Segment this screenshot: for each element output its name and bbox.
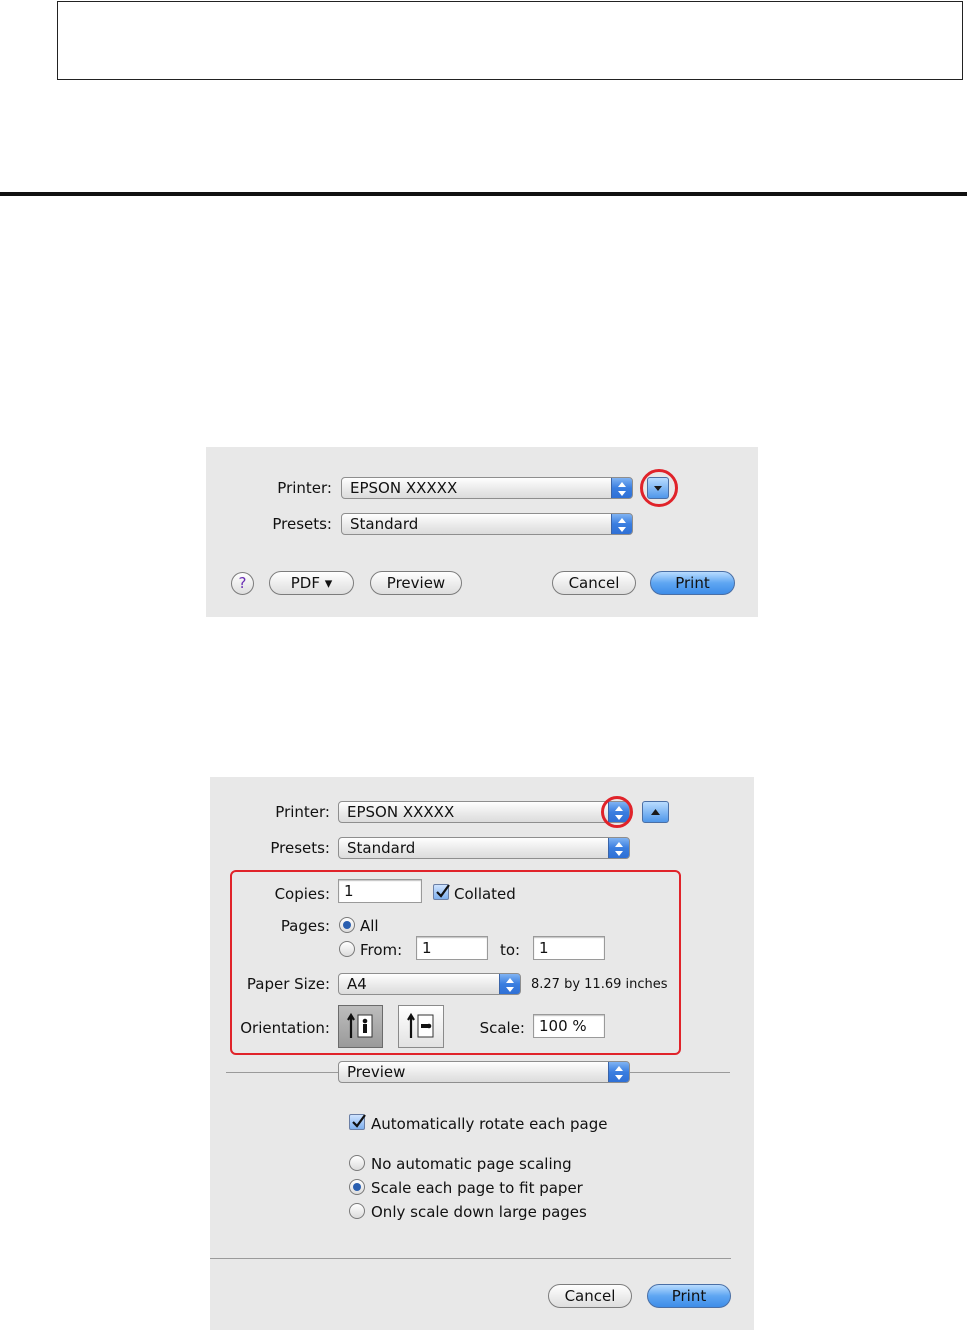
auto-rotate-checkbox[interactable]: [349, 1114, 366, 1130]
scale-field[interactable]: 100 %: [533, 1014, 605, 1038]
pages-all-radio[interactable]: [339, 917, 355, 933]
presets-value: Standard: [347, 839, 416, 857]
fit-paper-radio[interactable]: [349, 1179, 365, 1195]
printer-value: EPSON XXXXX: [347, 803, 455, 821]
pages-to-label: to:: [500, 941, 521, 959]
checkmark-icon: [352, 1114, 366, 1128]
pages-from-radio[interactable]: [339, 941, 355, 957]
presets-label: Presets:: [272, 515, 332, 533]
pages-label: Pages:: [280, 917, 330, 935]
section-divider: [0, 192, 967, 196]
help-icon: ?: [238, 574, 247, 592]
scale-label: Scale:: [479, 1019, 525, 1037]
scale-down-radio[interactable]: [349, 1203, 365, 1219]
copies-label: Copies:: [274, 885, 330, 903]
copies-field[interactable]: 1: [338, 879, 422, 903]
print-dialog-collapsed: Printer: EPSON XXXXX Presets: Standard ?…: [206, 447, 758, 617]
printer-label: Printer:: [277, 479, 332, 497]
pages-from-label: From:: [360, 941, 403, 959]
paper-size-dimensions: 8.27 by 11.69 inches: [531, 977, 668, 992]
presets-label: Presets:: [270, 839, 330, 857]
paper-size-label: Paper Size:: [246, 975, 330, 993]
print-button[interactable]: Print: [650, 571, 735, 595]
stepper-icon: [499, 974, 520, 994]
orientation-label: Orientation:: [240, 1019, 330, 1037]
cancel-button[interactable]: Cancel: [548, 1284, 632, 1308]
stepper-icon: [611, 478, 632, 498]
paper-size-popup[interactable]: A4: [338, 973, 521, 995]
scaling-option-label: No automatic page scaling: [371, 1155, 572, 1173]
presets-popup[interactable]: Standard: [338, 837, 630, 859]
landscape-icon: [407, 1012, 434, 1038]
note-box: [57, 1, 963, 80]
print-button[interactable]: Print: [647, 1284, 731, 1308]
cancel-button[interactable]: Cancel: [552, 571, 636, 595]
print-dialog-expanded: Printer: EPSON XXXXX Presets: Standard C…: [210, 777, 754, 1330]
landscape-button[interactable]: [398, 1005, 444, 1048]
auto-rotate-label: Automatically rotate each page: [371, 1115, 608, 1133]
printer-popup[interactable]: EPSON XXXXX: [341, 477, 633, 499]
pdf-button[interactable]: PDF ▾: [269, 571, 354, 595]
bottom-separator: [210, 1258, 731, 1259]
printer-popup[interactable]: EPSON XXXXX: [338, 801, 630, 823]
stepper-icon: [608, 838, 629, 858]
highlight-circle: [601, 796, 633, 828]
pages-from-field[interactable]: 1: [416, 936, 488, 960]
scaling-option-label: Only scale down large pages: [371, 1203, 587, 1221]
section-popup[interactable]: Preview: [338, 1061, 630, 1083]
pages-all-label: All: [360, 917, 379, 935]
scaling-option-label: Scale each page to fit paper: [371, 1179, 583, 1197]
section-popup-value: Preview: [347, 1063, 406, 1081]
preview-button[interactable]: Preview: [370, 571, 462, 595]
printer-value: EPSON XXXXX: [350, 479, 458, 497]
portrait-icon: [347, 1012, 373, 1038]
checkmark-icon: [436, 884, 450, 898]
disclosure-up-icon: [651, 809, 660, 815]
collated-label: Collated: [454, 885, 516, 903]
help-button[interactable]: ?: [231, 572, 254, 595]
printer-label: Printer:: [275, 803, 330, 821]
presets-value: Standard: [350, 515, 419, 533]
portrait-button[interactable]: [338, 1005, 383, 1048]
stepper-icon: [611, 514, 632, 534]
highlight-circle: [640, 469, 678, 507]
stepper-icon: [608, 1062, 629, 1082]
disclosure-button[interactable]: [642, 801, 669, 823]
paper-size-value: A4: [347, 975, 367, 993]
no-scaling-radio[interactable]: [349, 1155, 365, 1171]
collated-checkbox[interactable]: [433, 884, 450, 900]
presets-popup[interactable]: Standard: [341, 513, 633, 535]
pages-to-field[interactable]: 1: [533, 936, 605, 960]
